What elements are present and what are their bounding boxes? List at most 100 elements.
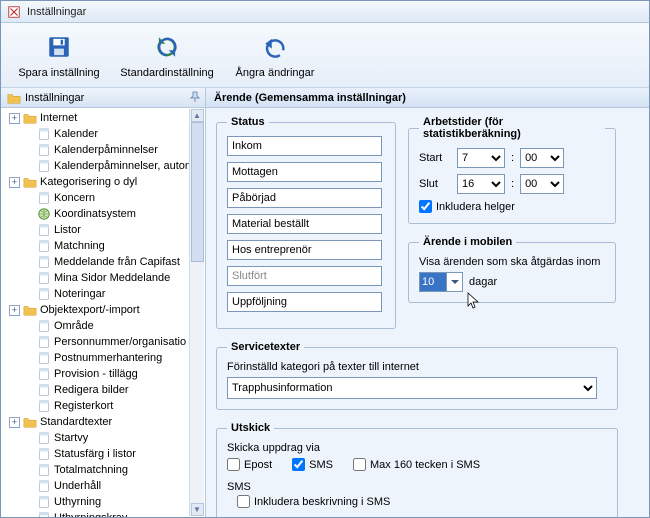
tree-item[interactable]: Kalender (23, 126, 205, 142)
mobile-fieldset: Ärende i mobilen Visa ärenden som ska åt… (408, 236, 616, 303)
days-suffix: dagar (469, 276, 497, 288)
chevron-down-icon[interactable] (446, 273, 462, 291)
defaults-button[interactable]: Standardinställning (113, 27, 221, 85)
content-panel: Ärende (Gemensamma inställningar) Status… (206, 88, 649, 517)
tree-item[interactable]: Koordinatsystem (23, 206, 205, 222)
include-weekends-checkbox[interactable]: Inkludera helger (419, 200, 605, 213)
expand-icon[interactable]: + (9, 305, 20, 316)
tree-item[interactable]: Postnummerhantering (23, 350, 205, 366)
page-icon (37, 447, 51, 461)
tree-item-label: Totalmatchning (54, 464, 128, 476)
status-field-0[interactable] (227, 136, 382, 156)
save-button[interactable]: Spara inställning (5, 27, 113, 85)
tree-item[interactable]: Meddelande från Capifast (23, 254, 205, 270)
defaults-button-label: Standardinställning (120, 67, 214, 79)
end-label: Slut (419, 178, 451, 190)
scroll-thumb[interactable] (191, 122, 204, 262)
folder-icon (23, 175, 37, 189)
settings-window: Inställningar Spara inställning Standard… (0, 0, 650, 518)
tree-item-label: Kalender (54, 128, 98, 140)
tree-item[interactable]: Startvy (23, 430, 205, 446)
undo-button[interactable]: Ångra ändringar (221, 27, 329, 85)
start-hour-select[interactable]: 7 (457, 148, 505, 168)
tree-item-label: Kalenderpåminnelser (54, 144, 158, 156)
tree-item[interactable]: Koncern (23, 190, 205, 206)
tree-item[interactable]: +Kategorisering o dyl (9, 174, 205, 190)
end-min-select[interactable]: 00 (520, 174, 564, 194)
tree-item[interactable]: Redigera bilder (23, 382, 205, 398)
tree-header-label: Inställningar (25, 92, 84, 104)
days-value[interactable] (420, 273, 446, 291)
tree-item[interactable]: Listor (23, 222, 205, 238)
status-field-3[interactable] (227, 214, 382, 234)
undo-button-label: Ångra ändringar (236, 67, 315, 79)
expand-icon[interactable]: + (9, 113, 20, 124)
expand-icon[interactable]: + (9, 417, 20, 428)
page-icon (37, 271, 51, 285)
include-desc-checkbox[interactable]: Inkludera beskrivning i SMS (237, 495, 607, 508)
scroll-up-button[interactable]: ▲ (191, 109, 204, 122)
status-field-1[interactable] (227, 162, 382, 182)
tree-item[interactable]: +Objektexport/-import (9, 302, 205, 318)
tree-item[interactable]: Underhåll (23, 478, 205, 494)
tree-item[interactable]: Provision - tillägg (23, 366, 205, 382)
status-field-5[interactable] (227, 266, 382, 286)
status-field-2[interactable] (227, 188, 382, 208)
page-icon (37, 143, 51, 157)
utskick-legend: Utskick (227, 422, 274, 434)
send-via-label: Skicka uppdrag via (227, 442, 607, 454)
tree-panel: Inställningar +Internet Kalender Kalenderp… (1, 88, 206, 517)
folder-icon (7, 91, 21, 105)
service-category-select[interactable]: Trapphusinformation (227, 377, 597, 399)
days-select[interactable] (419, 272, 463, 292)
scroll-down-button[interactable]: ▼ (191, 503, 204, 516)
tree-item[interactable]: Område (23, 318, 205, 334)
tree-item[interactable]: Kalenderpåminnelser, auton (23, 158, 205, 174)
page-icon (37, 319, 51, 333)
tree-item-label: Underhåll (54, 480, 101, 492)
epost-checkbox[interactable]: Epost (227, 458, 272, 471)
tree-item[interactable]: Noteringar (23, 286, 205, 302)
page-icon (37, 223, 51, 237)
tree-item[interactable]: Totalmatchning (23, 462, 205, 478)
tree-item-label: Koncern (54, 192, 95, 204)
tree-item[interactable]: Uthyrningskrav (23, 510, 205, 517)
tree-item-label: Redigera bilder (54, 384, 129, 396)
tree-item[interactable]: Statusfärg i listor (23, 446, 205, 462)
tree-item[interactable]: Matchning (23, 238, 205, 254)
tree-item[interactable]: Uthyrning (23, 494, 205, 510)
max160-checkbox[interactable]: Max 160 tecken i SMS (353, 458, 480, 471)
sms-checkbox[interactable]: SMS (292, 458, 333, 471)
tree-item-label: Mina Sidor Meddelande (54, 272, 170, 284)
tree-item[interactable]: Mina Sidor Meddelande (23, 270, 205, 286)
tree-scrollbar[interactable]: ▲ ▼ (189, 109, 204, 516)
tree: +Internet Kalender Kalenderpåminnelser Kale… (1, 108, 205, 517)
end-hour-select[interactable]: 16 (457, 174, 505, 194)
status-fieldset: Status (216, 116, 396, 329)
page-icon (37, 479, 51, 493)
app-icon (7, 5, 21, 19)
page-icon (37, 287, 51, 301)
service-desc: Förinställd kategori på texter till inte… (227, 361, 607, 373)
sms-heading: SMS (227, 481, 607, 493)
start-min-select[interactable]: 00 (520, 148, 564, 168)
expand-icon[interactable]: + (9, 177, 20, 188)
tree-item-label: Område (54, 320, 94, 332)
tree-item[interactable]: +Standardtexter (9, 414, 205, 430)
save-icon (45, 33, 73, 61)
tree-item[interactable]: Personnummer/organisatio (23, 334, 205, 350)
tree-item[interactable]: Registerkort (23, 398, 205, 414)
utskick-fieldset: Utskick Skicka uppdrag via Epost SMS Max… (216, 422, 618, 517)
status-legend: Status (227, 116, 269, 128)
tree-item-label: Uthyrningskrav (54, 512, 127, 517)
start-label: Start (419, 152, 451, 164)
pin-icon[interactable] (189, 91, 201, 103)
tree-item-label: Personnummer/organisatio (54, 336, 186, 348)
status-field-4[interactable] (227, 240, 382, 260)
tree-item[interactable]: +Internet (9, 110, 205, 126)
folder-icon (23, 111, 37, 125)
status-field-6[interactable] (227, 292, 382, 312)
titlebar: Inställningar (1, 1, 649, 23)
mobile-desc: Visa ärenden som ska åtgärdas inom (419, 256, 605, 268)
tree-item[interactable]: Kalenderpåminnelser (23, 142, 205, 158)
